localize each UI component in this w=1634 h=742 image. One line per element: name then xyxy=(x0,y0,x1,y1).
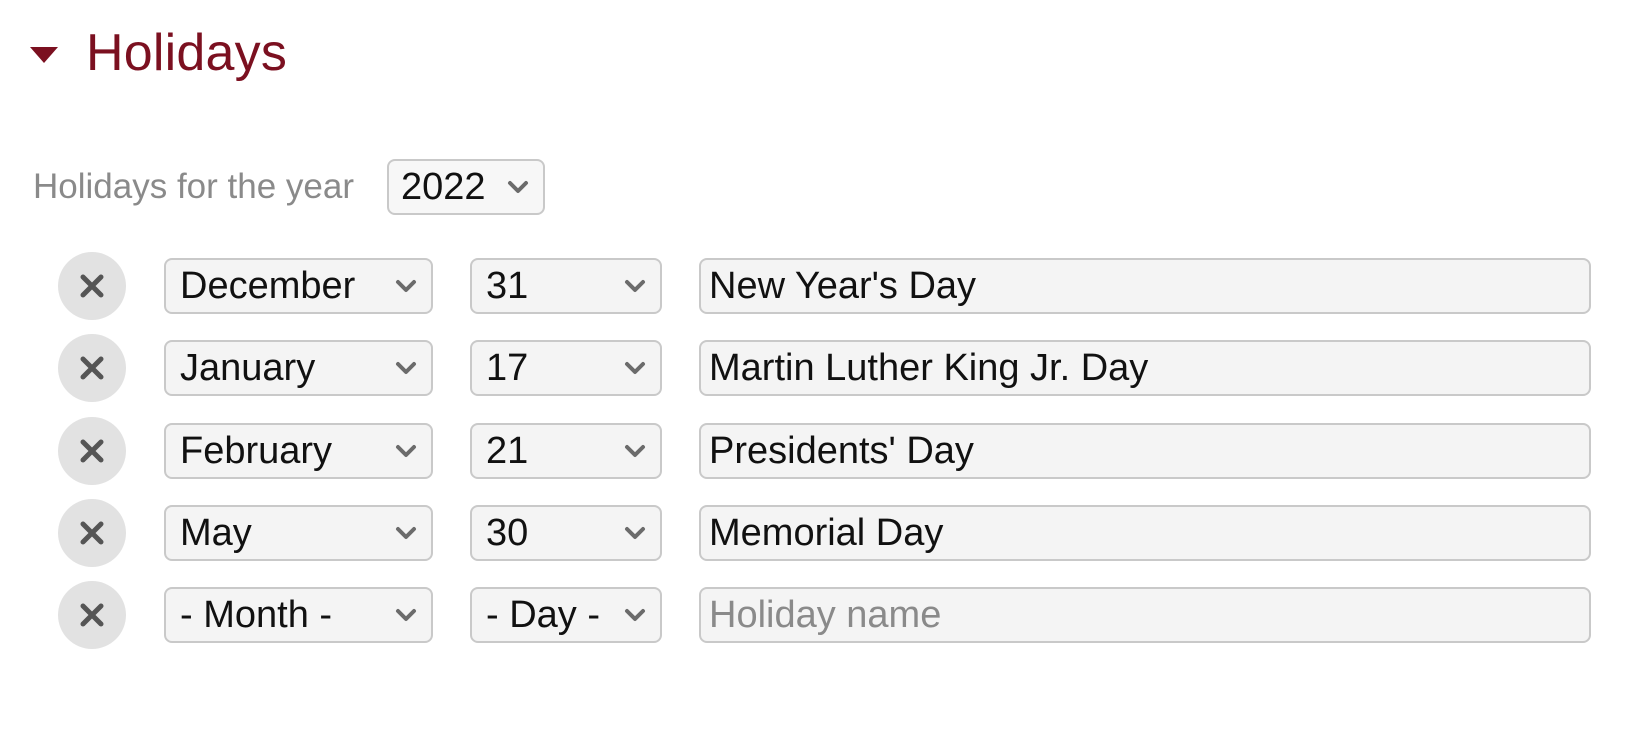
holiday-name-input[interactable] xyxy=(699,340,1591,396)
month-select[interactable]: January xyxy=(164,340,433,396)
remove-holiday-button[interactable] xyxy=(58,581,126,649)
holiday-name-input[interactable] xyxy=(699,258,1591,314)
close-icon xyxy=(80,439,104,463)
chevron-down-icon xyxy=(396,280,416,292)
month-select-value: May xyxy=(180,511,252,554)
holiday-row: May 30 xyxy=(58,499,1591,567)
year-select-value: 2022 xyxy=(400,165,486,208)
year-label: Holidays for the year xyxy=(33,167,354,206)
month-select[interactable]: December xyxy=(164,258,433,314)
chevron-down-icon xyxy=(625,445,645,457)
close-icon xyxy=(80,521,104,545)
holiday-row: January 17 xyxy=(58,334,1591,402)
month-select-value: February xyxy=(180,429,333,472)
holiday-name-input[interactable] xyxy=(699,505,1591,561)
chevron-down-icon xyxy=(396,527,416,539)
chevron-down-icon xyxy=(396,445,416,457)
day-select[interactable]: 17 xyxy=(470,340,662,396)
chevron-down-icon xyxy=(625,609,645,621)
holidays-section-toggle[interactable]: Holidays xyxy=(30,18,287,88)
day-select[interactable]: - Day - xyxy=(470,587,662,643)
day-select-value: 21 xyxy=(486,429,529,472)
holiday-row: February 21 xyxy=(58,417,1591,485)
remove-holiday-button[interactable] xyxy=(58,334,126,402)
year-select[interactable]: 2022 xyxy=(386,159,545,215)
holiday-row: December 31 xyxy=(58,252,1591,320)
remove-holiday-button[interactable] xyxy=(58,252,126,320)
month-select[interactable]: - Month - xyxy=(164,587,433,643)
chevron-down-icon xyxy=(507,181,528,193)
day-select-value: 30 xyxy=(486,511,529,554)
month-select-value: December xyxy=(180,264,356,307)
holiday-row: - Month - - Day - xyxy=(58,581,1591,649)
chevron-down-icon xyxy=(625,362,645,374)
caret-down-icon xyxy=(30,47,58,63)
day-select[interactable]: 30 xyxy=(470,505,662,561)
remove-holiday-button[interactable] xyxy=(58,417,126,485)
section-title: Holidays xyxy=(86,24,288,82)
close-icon xyxy=(80,603,104,627)
close-icon xyxy=(80,356,104,380)
holiday-name-input[interactable] xyxy=(699,423,1591,479)
chevron-down-icon xyxy=(396,609,416,621)
close-icon xyxy=(80,274,104,298)
day-select-value: - Day - xyxy=(486,593,600,636)
day-select-value: 17 xyxy=(486,346,529,389)
day-select[interactable]: 31 xyxy=(470,258,662,314)
day-select-value: 31 xyxy=(486,264,529,307)
month-select-value: January xyxy=(180,346,316,389)
day-select[interactable]: 21 xyxy=(470,423,662,479)
year-row: Holidays for the year 2022 xyxy=(33,158,545,216)
month-select[interactable]: May xyxy=(164,505,433,561)
chevron-down-icon xyxy=(625,280,645,292)
chevron-down-icon xyxy=(625,527,645,539)
remove-holiday-button[interactable] xyxy=(58,499,126,567)
month-select[interactable]: February xyxy=(164,423,433,479)
month-select-value: - Month - xyxy=(180,593,333,636)
holiday-name-input[interactable] xyxy=(699,587,1591,643)
chevron-down-icon xyxy=(396,362,416,374)
